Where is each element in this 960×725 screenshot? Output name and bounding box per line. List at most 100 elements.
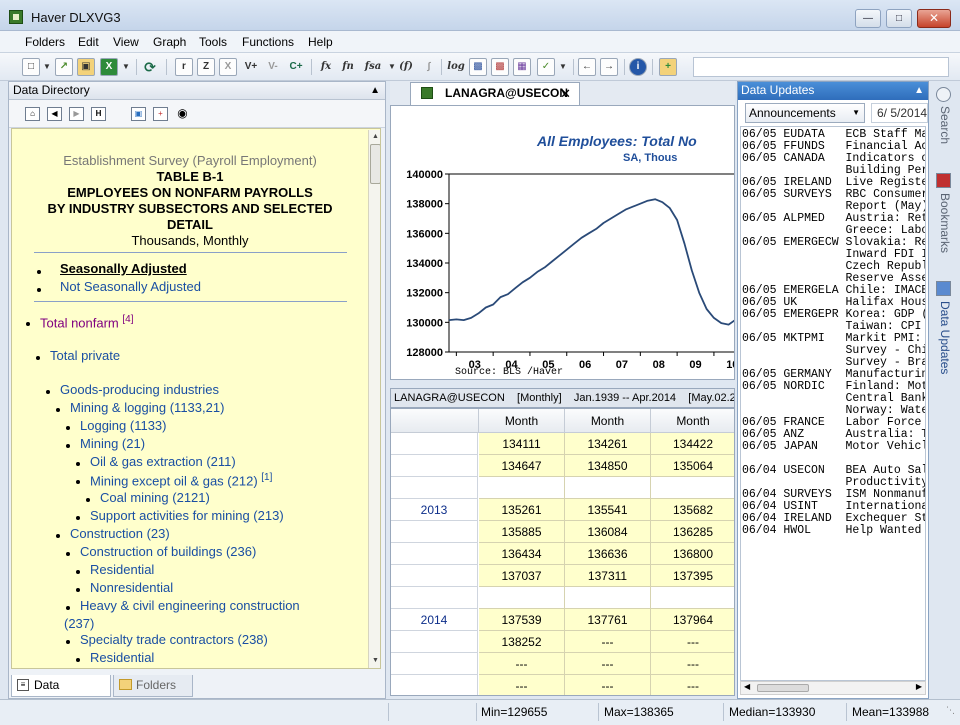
back-icon[interactable]: ← <box>578 58 596 76</box>
minimize-button[interactable]: — <box>855 9 881 28</box>
dropdown-arrow-icon[interactable]: ▼ <box>554 58 572 76</box>
tab-graph[interactable]: LANAGRA@USECON ✕ <box>410 82 580 105</box>
table-cell[interactable]: 136800 <box>651 543 734 565</box>
tree-item-mining-logging[interactable]: Mining & logging (1133,21) <box>70 400 224 415</box>
table-cell[interactable]: 136434 <box>479 543 565 565</box>
update-row[interactable]: 06/05 JAPAN Motor Vehicl <box>742 441 925 453</box>
tree-item-mining-except-oil-gas[interactable]: Mining except oil & gas (212) [1] <box>90 472 272 488</box>
menu-functions[interactable]: Functions <box>242 35 294 49</box>
table-cell[interactable]: 136285 <box>651 521 734 543</box>
tree-item-construction[interactable]: Construction (23) <box>70 526 170 541</box>
tree-item-total-private[interactable]: Total private <box>50 348 120 363</box>
tab-data-directory[interactable]: ≡ Data Directory <box>11 675 111 712</box>
open-folder-icon[interactable]: ▣ <box>77 58 95 76</box>
tree-item-mining[interactable]: Mining (21) <box>80 436 145 451</box>
tab-search[interactable]: Search <box>934 106 956 144</box>
table-cell[interactable]: 135541 <box>565 499 651 521</box>
table-cell[interactable]: 137761 <box>565 609 651 631</box>
scroll-thumb[interactable] <box>757 684 809 692</box>
table-cell[interactable]: 137037 <box>479 565 565 587</box>
scroll-thumb[interactable] <box>370 144 380 184</box>
v-plus-button[interactable]: V+ <box>240 58 262 76</box>
function-disabled-icon[interactable]: ∫ <box>420 58 438 76</box>
log-button[interactable]: log <box>445 58 467 76</box>
table-cell[interactable]: --- <box>565 675 651 695</box>
r-button[interactable]: r <box>175 58 193 76</box>
table-cell[interactable]: 136636 <box>565 543 651 565</box>
table-cell[interactable]: 134647 <box>479 455 565 477</box>
refresh-icon[interactable]: ⟳ <box>141 58 159 76</box>
announcements-select[interactable]: Announcements ▼ <box>745 103 865 123</box>
tree-item-coal-mining[interactable]: Coal mining (2121) <box>100 490 210 505</box>
close-button[interactable]: ✕ <box>917 9 951 28</box>
table-cell[interactable] <box>565 477 651 499</box>
updates-list[interactable]: 06/05 EUDATA ECB Staff Ma 06/05 FFUNDS Fi… <box>740 126 926 681</box>
not-seasonally-adjusted-link[interactable]: Not Seasonally Adjusted <box>60 279 201 294</box>
help-h-icon[interactable]: H <box>91 107 106 121</box>
table-cell[interactable]: 137964 <box>651 609 734 631</box>
c-plus-button[interactable]: C+ <box>285 58 307 76</box>
seasonally-adjusted-link[interactable]: Seasonally Adjusted <box>60 261 187 276</box>
menu-edit[interactable]: Edit <box>78 35 99 49</box>
z-button[interactable]: Z <box>197 58 215 76</box>
menu-tools[interactable]: Tools <box>199 35 227 49</box>
table-cell[interactable]: 135064 <box>651 455 734 477</box>
menu-graph[interactable]: Graph <box>153 35 186 49</box>
month-column-header[interactable]: Month <box>479 409 565 433</box>
tree-item-specialty-trade[interactable]: Specialty trade contractors (238) <box>80 632 268 647</box>
forward-icon[interactable]: ▶ <box>69 107 84 121</box>
close-tab-icon[interactable]: ✕ <box>560 83 571 104</box>
table-cell[interactable]: --- <box>479 675 565 695</box>
binoculars-icon[interactable]: ◉ <box>175 107 190 121</box>
scroll-down-icon[interactable]: ▼ <box>370 655 380 666</box>
table-cell[interactable] <box>651 477 734 499</box>
scroll-left-icon[interactable]: ◀ <box>744 682 750 691</box>
graph-style-icon[interactable]: ▦ <box>513 58 531 76</box>
table-cell[interactable]: 134261 <box>565 433 651 455</box>
excel-icon[interactable]: X <box>100 58 118 76</box>
table-cell[interactable]: 135885 <box>479 521 565 543</box>
updates-horizontal-scrollbar[interactable]: ◀ ▶ <box>740 681 926 695</box>
update-row[interactable]: 06/04 HWOL Help Wanted <box>742 525 921 537</box>
maximize-button[interactable]: □ <box>886 9 912 28</box>
tree-item-heavy-civil[interactable]: Heavy & civil engineering construction <box>80 598 300 613</box>
info-icon[interactable]: i <box>629 58 647 76</box>
month-column-header[interactable]: Month <box>565 409 651 433</box>
date-field[interactable]: 6/ 5/2014 <box>871 103 928 123</box>
table-cell[interactable]: --- <box>565 653 651 675</box>
table-cell[interactable]: 135261 <box>479 499 565 521</box>
dropdown-arrow-icon[interactable]: ▼ <box>38 58 56 76</box>
tree-item-residential-2[interactable]: Residential <box>90 650 154 665</box>
table-cell[interactable]: 136084 <box>565 521 651 543</box>
tab-bookmarks[interactable]: Bookmarks <box>934 193 956 253</box>
menu-view[interactable]: View <box>113 35 139 49</box>
table-cell[interactable]: 134850 <box>565 455 651 477</box>
month-column-header[interactable]: Month <box>651 409 734 433</box>
tree-item-logging[interactable]: Logging (1133) <box>80 418 167 433</box>
table-cell[interactable] <box>479 587 565 609</box>
tab-folders[interactable]: Folders <box>113 675 193 697</box>
tree-item-oil-gas-extraction[interactable]: Oil & gas extraction (211) <box>90 454 236 469</box>
table-cell[interactable] <box>479 477 565 499</box>
fn-button[interactable]: fn <box>338 58 358 76</box>
checklist-icon[interactable]: ✓ <box>537 58 555 76</box>
new-folder-icon[interactable]: + <box>659 58 677 76</box>
table-cell[interactable]: 138252 <box>479 631 565 653</box>
table-cell[interactable]: --- <box>651 631 734 653</box>
table-cell[interactable]: --- <box>651 653 734 675</box>
forward-icon[interactable]: → <box>600 58 618 76</box>
table-cell[interactable]: --- <box>651 675 734 695</box>
tree-item-nonresidential[interactable]: Nonresidential <box>90 580 173 595</box>
back-icon[interactable]: ◀ <box>47 107 62 121</box>
pin-icon[interactable]: ▲ <box>914 82 924 99</box>
database-icon[interactable]: ▣ <box>131 107 146 121</box>
table-cell[interactable]: 134111 <box>479 433 565 455</box>
table-cell[interactable] <box>565 587 651 609</box>
directory-scrollbar[interactable]: ▲ ▼ <box>368 130 380 668</box>
table-cell[interactable]: --- <box>565 631 651 653</box>
toolbar-input[interactable] <box>693 57 949 77</box>
scroll-right-icon[interactable]: ▶ <box>916 682 922 691</box>
menu-folders[interactable]: Folders <box>25 35 65 49</box>
fsa-button[interactable]: fsa <box>362 58 384 76</box>
menu-help[interactable]: Help <box>308 35 333 49</box>
